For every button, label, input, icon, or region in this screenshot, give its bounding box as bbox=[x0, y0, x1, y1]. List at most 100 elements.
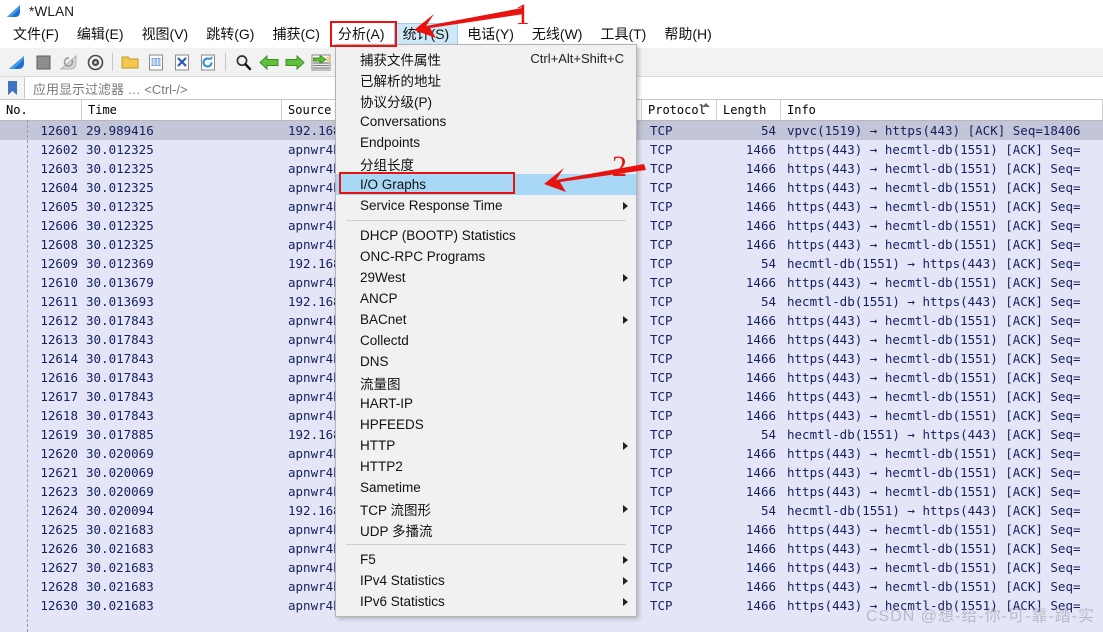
go-back-icon[interactable] bbox=[256, 50, 282, 74]
menu-item-conversations[interactable]: Conversations bbox=[336, 111, 636, 132]
cell-protocol: TCP bbox=[650, 598, 673, 613]
menu-item-label: HART-IP bbox=[360, 396, 414, 411]
menu-item-hpfeeds[interactable]: HPFEEDS bbox=[336, 414, 636, 435]
menu-item-dns[interactable]: DNS bbox=[336, 351, 636, 372]
menu-item-bacnet[interactable]: BACnet bbox=[336, 309, 636, 330]
menu-help[interactable]: 帮助(H) bbox=[655, 23, 720, 47]
cell-protocol: TCP bbox=[650, 541, 673, 556]
cell-info: https(443) → hecmtl-db(1551) [ACK] Seq= bbox=[787, 332, 1081, 347]
cell-no: 12616 bbox=[40, 370, 78, 385]
menu-edit[interactable]: 编辑(E) bbox=[68, 23, 133, 47]
cell-time: 30.017843 bbox=[86, 408, 154, 423]
menu-file[interactable]: 文件(F) bbox=[4, 23, 68, 47]
cell-info: https(443) → hecmtl-db(1551) [ACK] Seq= bbox=[787, 275, 1081, 290]
menu-item-[interactable]: 分组长度 bbox=[336, 153, 636, 174]
menu-item-label: 捕获文件属性 bbox=[360, 52, 441, 68]
cell-protocol: TCP bbox=[650, 522, 673, 537]
save-file-icon[interactable] bbox=[143, 50, 169, 74]
menu-item-ipv6-statistics[interactable]: IPv6 Statistics bbox=[336, 591, 636, 612]
menu-item-f5[interactable]: F5 bbox=[336, 549, 636, 570]
cell-length: 1466 bbox=[745, 484, 776, 499]
annotation-number-1: 1 bbox=[515, 0, 530, 31]
cell-no: 12620 bbox=[40, 446, 78, 461]
menu-item-label: Sametime bbox=[360, 480, 421, 495]
restart-capture-icon[interactable] bbox=[56, 50, 82, 74]
cell-time: 30.020069 bbox=[86, 446, 154, 461]
menu-item-label: Service Response Time bbox=[360, 198, 503, 213]
cell-protocol: TCP bbox=[650, 446, 673, 461]
column-header-info[interactable]: Info bbox=[781, 100, 1103, 120]
menu-item-[interactable]: 已解析的地址 bbox=[336, 69, 636, 90]
menu-item-[interactable]: 流量图 bbox=[336, 372, 636, 393]
menu-capture[interactable]: 捕获(C) bbox=[263, 23, 328, 47]
column-header-protocol[interactable]: Protocol bbox=[642, 100, 717, 120]
menu-item-label: BACnet bbox=[360, 312, 407, 327]
menu-separator bbox=[346, 220, 626, 221]
find-packet-icon[interactable] bbox=[230, 50, 256, 74]
stop-capture-icon[interactable] bbox=[30, 50, 56, 74]
cell-length: 1466 bbox=[745, 237, 776, 252]
cell-no: 12610 bbox=[40, 275, 78, 290]
menu-item-i-o-graphs[interactable]: I/O Graphs bbox=[336, 174, 636, 195]
cell-protocol: TCP bbox=[650, 579, 673, 594]
cell-length: 1466 bbox=[745, 446, 776, 461]
menu-item-label: TCP 流图形 bbox=[360, 502, 432, 518]
cell-length: 1466 bbox=[745, 579, 776, 594]
capture-options-icon[interactable] bbox=[82, 50, 108, 74]
cell-protocol: TCP bbox=[650, 294, 673, 309]
menu-item-endpoints[interactable]: Endpoints bbox=[336, 132, 636, 153]
menu-item-p[interactable]: 协议分级(P) bbox=[336, 90, 636, 111]
menu-item-http[interactable]: HTTP bbox=[336, 435, 636, 456]
cell-info: hecmtl-db(1551) → https(443) [ACK] Seq= bbox=[787, 503, 1081, 518]
cell-protocol: TCP bbox=[650, 332, 673, 347]
go-forward-icon[interactable] bbox=[282, 50, 308, 74]
submenu-arrow-icon bbox=[623, 315, 628, 324]
menu-item-sametime[interactable]: Sametime bbox=[336, 477, 636, 498]
menu-goto[interactable]: 跳转(G) bbox=[197, 23, 263, 47]
menu-item-http2[interactable]: HTTP2 bbox=[336, 456, 636, 477]
column-header-no[interactable]: No. bbox=[0, 100, 82, 120]
menu-item-29west[interactable]: 29West bbox=[336, 267, 636, 288]
cell-length: 1466 bbox=[745, 560, 776, 575]
menu-item-dhcp-bootp-statistics[interactable]: DHCP (BOOTP) Statistics bbox=[336, 225, 636, 246]
close-file-icon[interactable] bbox=[169, 50, 195, 74]
menu-item-[interactable]: 捕获文件属性 Ctrl+Alt+Shift+C bbox=[336, 48, 636, 69]
statistics-dropdown-menu[interactable]: 捕获文件属性 Ctrl+Alt+Shift+C 已解析的地址 协议分级(P) Conve… bbox=[335, 44, 637, 617]
reload-file-icon[interactable] bbox=[195, 50, 221, 74]
cell-time: 30.020069 bbox=[86, 465, 154, 480]
open-file-icon[interactable] bbox=[117, 50, 143, 74]
menu-item-onc-rpc-programs[interactable]: ONC-RPC Programs bbox=[336, 246, 636, 267]
start-capture-icon[interactable] bbox=[4, 50, 30, 74]
menu-item-label: F5 bbox=[360, 552, 376, 567]
cell-info: https(443) → hecmtl-db(1551) [ACK] Seq= bbox=[787, 522, 1081, 537]
cell-protocol: TCP bbox=[650, 199, 673, 214]
menu-item-ancp[interactable]: ANCP bbox=[336, 288, 636, 309]
menu-view[interactable]: 视图(V) bbox=[133, 23, 198, 47]
cell-protocol: TCP bbox=[650, 427, 673, 442]
bookmark-icon[interactable] bbox=[0, 77, 25, 99]
cell-time: 30.021683 bbox=[86, 598, 154, 613]
cell-no: 12626 bbox=[40, 541, 78, 556]
go-to-packet-icon[interactable] bbox=[308, 50, 334, 74]
menu-item-tcp[interactable]: TCP 流图形 bbox=[336, 498, 636, 519]
menu-item-service-response-time[interactable]: Service Response Time bbox=[336, 195, 636, 216]
menu-item-udp[interactable]: UDP 多播流 bbox=[336, 519, 636, 540]
cell-time: 30.020069 bbox=[86, 484, 154, 499]
cell-time: 30.013693 bbox=[86, 294, 154, 309]
cell-length: 54 bbox=[760, 123, 776, 138]
cell-length: 1466 bbox=[745, 541, 776, 556]
cell-time: 30.012369 bbox=[86, 256, 154, 271]
menu-item-ipv4-statistics[interactable]: IPv4 Statistics bbox=[336, 570, 636, 591]
column-header-length[interactable]: Length bbox=[717, 100, 781, 120]
cell-info: https(443) → hecmtl-db(1551) [ACK] Seq= bbox=[787, 370, 1081, 385]
menu-item-hart-ip[interactable]: HART-IP bbox=[336, 393, 636, 414]
menu-item-collectd[interactable]: Collectd bbox=[336, 330, 636, 351]
column-header-time[interactable]: Time bbox=[82, 100, 282, 120]
cell-time: 30.017885 bbox=[86, 427, 154, 442]
cell-protocol: TCP bbox=[650, 237, 673, 252]
cell-length: 1466 bbox=[745, 199, 776, 214]
cell-no: 12627 bbox=[40, 560, 78, 575]
cell-info: vpvc(1519) → https(443) [ACK] Seq=18406 bbox=[787, 123, 1081, 138]
cell-no: 12618 bbox=[40, 408, 78, 423]
cell-length: 1466 bbox=[745, 142, 776, 157]
